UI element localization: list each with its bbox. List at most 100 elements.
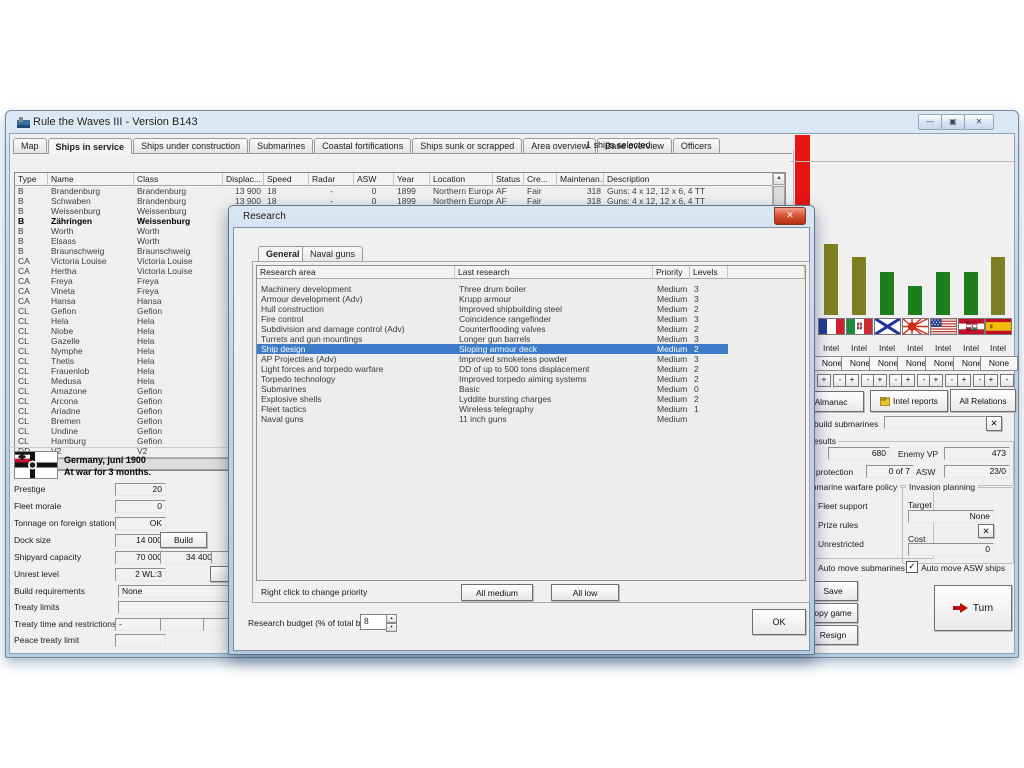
- relation-minus-button[interactable]: -: [1000, 374, 1014, 387]
- title-bar[interactable]: Rule the Waves III - Version B143 — ▣ ✕: [6, 111, 1018, 133]
- tab-coastal-fortifications[interactable]: Coastal fortifications: [314, 138, 411, 153]
- tab-map[interactable]: Map: [13, 138, 47, 153]
- intel-reports-button[interactable]: Intel reports: [870, 390, 948, 412]
- column-header[interactable]: Status: [493, 173, 524, 186]
- cell: B: [15, 216, 48, 226]
- research-row[interactable]: Ship designSloping armour deckMedium2: [257, 344, 805, 354]
- policy-option-prize-rules[interactable]: Prize rules: [818, 520, 858, 530]
- ships-selected-label: 1 ships selected: [586, 140, 651, 150]
- spinner-down-icon[interactable]: ▼: [386, 623, 397, 632]
- research-row[interactable]: Light forces and torpedo warfareDD of up…: [257, 364, 805, 374]
- intel-level-button-spain[interactable]: None: [980, 356, 1018, 371]
- close-button[interactable]: ✕: [964, 114, 994, 130]
- cell: CA: [15, 266, 48, 276]
- dialog-close-icon[interactable]: ✕: [774, 207, 806, 225]
- cell: 13 900: [223, 186, 264, 196]
- tab-naval-guns[interactable]: Naval guns: [302, 246, 363, 262]
- column-header[interactable]: Levels: [690, 266, 728, 279]
- turn-button[interactable]: Turn: [934, 585, 1012, 631]
- research-row[interactable]: Fleet tacticsWireless telegraphyMedium1: [257, 404, 805, 414]
- policy-option-fleet-support[interactable]: Fleet support: [818, 501, 868, 511]
- research-row[interactable]: Fire controlCoincidence rangefinderMediu…: [257, 314, 805, 324]
- cell: 2: [690, 394, 728, 404]
- column-header[interactable]: Last research: [455, 266, 653, 279]
- all-low-button[interactable]: All low: [551, 584, 619, 601]
- minimize-button[interactable]: —: [918, 114, 942, 130]
- research-row[interactable]: Explosive shellsLyddite bursting charges…: [257, 394, 805, 404]
- cell: Improved torpedo aiming systems: [455, 374, 653, 384]
- relation-plus-button[interactable]: +: [901, 374, 915, 387]
- build-submarines-field[interactable]: [884, 416, 986, 429]
- column-header[interactable]: Radar: [309, 173, 354, 186]
- column-header[interactable]: Class: [134, 173, 223, 186]
- research-row[interactable]: SubmarinesBasicMedium0: [257, 384, 805, 394]
- all-medium-button[interactable]: All medium: [461, 584, 533, 601]
- research-row[interactable]: Machinery developmentThree drum boilerMe…: [257, 284, 805, 294]
- column-header[interactable]: Name: [48, 173, 134, 186]
- cell: 1: [690, 404, 728, 414]
- column-header[interactable]: ASW: [354, 173, 394, 186]
- cell: Medium: [653, 394, 690, 404]
- relation-plus-button[interactable]: +: [957, 374, 971, 387]
- cell: Improved shipbuilding steel: [455, 304, 653, 314]
- cell: AP Projectiles (Adv): [257, 354, 455, 364]
- relation-plus-button[interactable]: +: [984, 374, 998, 387]
- clear-icon[interactable]: ✕: [986, 416, 1002, 431]
- auto-move-asw-label[interactable]: Auto move ASW ships: [921, 563, 1005, 573]
- relation-plus-button[interactable]: +: [873, 374, 887, 387]
- column-header[interactable]: Priority: [653, 266, 690, 279]
- relation-plus-button[interactable]: +: [817, 374, 831, 387]
- cell: Medium: [653, 384, 690, 394]
- relation-bar-russia: [880, 272, 894, 315]
- policy-option-unrestricted[interactable]: Unrestricted: [818, 539, 864, 549]
- tab-officers[interactable]: Officers: [673, 138, 720, 153]
- research-row[interactable]: Turrets and gun mountingsLonger gun barr…: [257, 334, 805, 344]
- auto-move-submarines-label[interactable]: Auto move submarines: [818, 563, 905, 573]
- tab-ships-in-service[interactable]: Ships in service: [48, 138, 133, 154]
- scroll-up-icon[interactable]: ▲: [773, 173, 785, 185]
- relation-plus-button[interactable]: +: [929, 374, 943, 387]
- column-header[interactable]: Location: [430, 173, 493, 186]
- cell: CL: [15, 406, 48, 416]
- auto-move-asw-checkbox[interactable]: ✓: [906, 561, 918, 573]
- research-row[interactable]: Armour development (Adv)Krupp armourMedi…: [257, 294, 805, 304]
- country-build-button[interactable]: Build: [160, 532, 207, 548]
- column-header[interactable]: [728, 266, 805, 279]
- column-header[interactable]: Displac...: [223, 173, 264, 186]
- column-header[interactable]: Year: [394, 173, 430, 186]
- cell: Medium: [653, 404, 690, 414]
- clear-target-icon[interactable]: ✕: [978, 524, 994, 538]
- spinner-up-icon[interactable]: ▲: [386, 614, 397, 623]
- ok-button[interactable]: OK: [752, 609, 806, 635]
- research-row[interactable]: AP Projectiles (Adv)Improved smokeless p…: [257, 354, 805, 364]
- own-vp-field: 680: [828, 447, 890, 460]
- research-row[interactable]: Hull constructionImproved shipbuilding s…: [257, 304, 805, 314]
- country-stat-field: [115, 634, 166, 647]
- column-header[interactable]: Speed: [264, 173, 309, 186]
- resign-button[interactable]: Resign: [808, 625, 858, 645]
- save-button[interactable]: Save: [808, 581, 858, 601]
- maximize-button[interactable]: ▣: [941, 114, 965, 130]
- country-stat-field: OK: [115, 517, 166, 530]
- tab-submarines[interactable]: Submarines: [249, 138, 313, 153]
- relation-plus-button[interactable]: +: [845, 374, 859, 387]
- cell: B: [15, 236, 48, 246]
- ship-row[interactable]: BBrandenburgBrandenburg13 90018-01899Nor…: [15, 186, 773, 196]
- all-relations-button[interactable]: All Relations: [950, 389, 1016, 412]
- relation-bar-italy: [852, 257, 866, 315]
- budget-spinner[interactable]: ▲ ▼: [386, 614, 397, 629]
- chart-frame-line: [790, 161, 1016, 162]
- column-header[interactable]: Description: [604, 173, 773, 186]
- tab-ships-sunk-or-scrapped[interactable]: Ships sunk or scrapped: [412, 138, 522, 153]
- column-header[interactable]: Research area: [257, 266, 455, 279]
- research-row[interactable]: Naval guns11 inch gunsMedium: [257, 414, 805, 424]
- column-header[interactable]: Type: [15, 173, 48, 186]
- cell: Victoria Louise: [134, 256, 223, 266]
- tab-ships-under-construction[interactable]: Ships under construction: [133, 138, 248, 153]
- cell: Victoria Louise: [134, 266, 223, 276]
- research-row[interactable]: Torpedo technologyImproved torpedo aimin…: [257, 374, 805, 384]
- column-header[interactable]: Maintenan...: [557, 173, 604, 186]
- research-row[interactable]: Subdivision and damage control (Adv)Coun…: [257, 324, 805, 334]
- tab-general[interactable]: General: [258, 246, 308, 262]
- column-header[interactable]: Cre...: [524, 173, 557, 186]
